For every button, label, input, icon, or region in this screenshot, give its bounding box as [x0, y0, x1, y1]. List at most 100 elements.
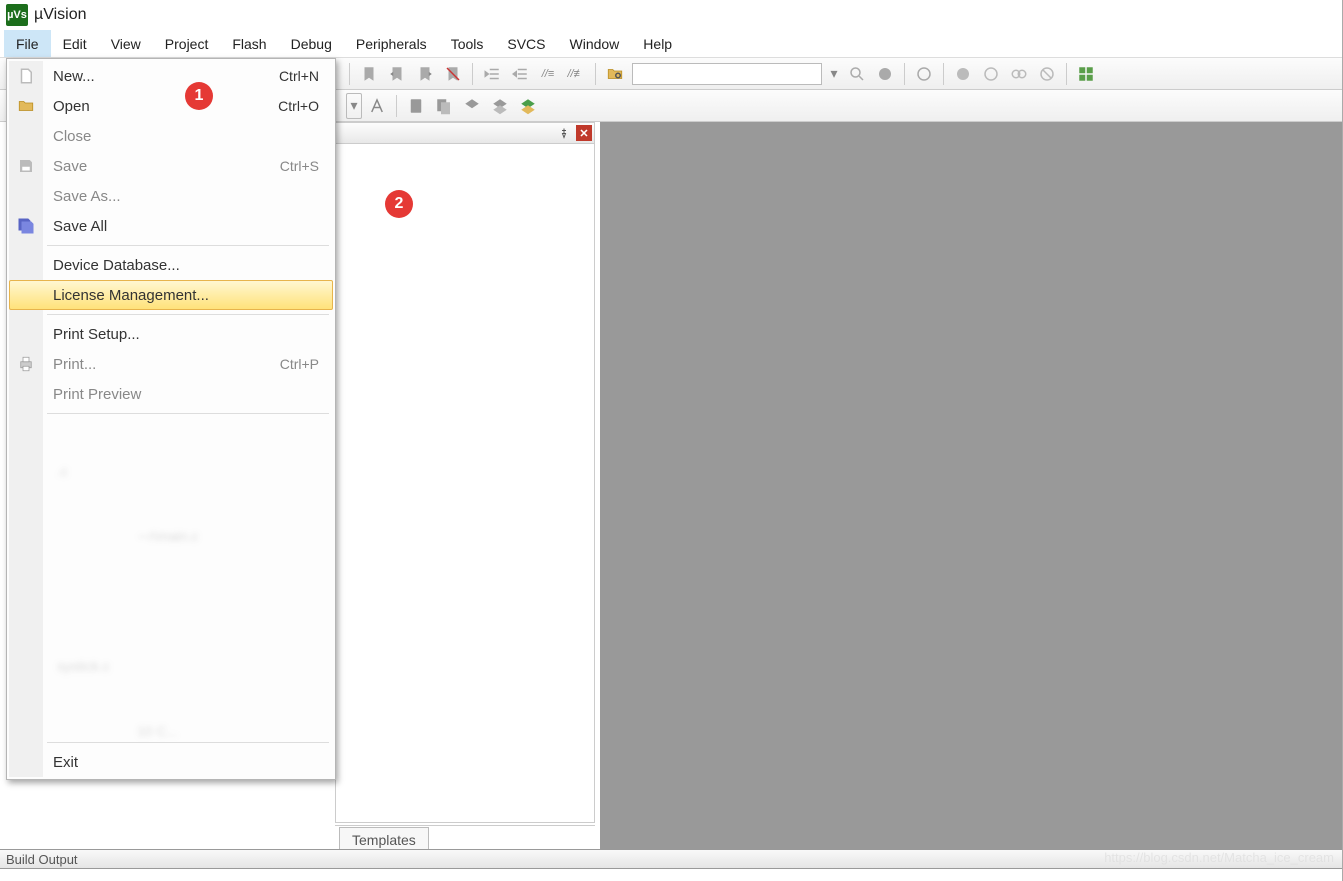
recent-file-fragment: .c — [57, 463, 68, 479]
app-title: µVision — [34, 6, 87, 24]
target-dropdown-icon[interactable]: ▾ — [346, 93, 362, 119]
menu-item-label: Close — [53, 128, 91, 145]
toolbar-separator — [396, 95, 397, 117]
clean-icon[interactable] — [487, 93, 513, 119]
menu-svcs[interactable]: SVCS — [495, 30, 557, 57]
menu-item-label: Device Database... — [53, 257, 180, 274]
manage-runtime-icon[interactable] — [515, 93, 541, 119]
file-menu-open[interactable]: Open Ctrl+O — [9, 91, 333, 121]
menu-flash[interactable]: Flash — [220, 30, 278, 57]
toolbar-separator — [349, 63, 350, 85]
save-all-icon — [15, 215, 37, 237]
find-in-files-icon[interactable] — [602, 61, 628, 87]
menu-peripherals[interactable]: Peripherals — [344, 30, 439, 57]
menu-separator — [47, 314, 329, 315]
breakpoint-kill-icon[interactable] — [1034, 61, 1060, 87]
bookmark-clear-icon[interactable] — [440, 61, 466, 87]
menu-separator — [47, 245, 329, 246]
menu-separator — [47, 413, 329, 414]
bookmark-next-icon[interactable] — [412, 61, 438, 87]
breakpoint-disable-icon[interactable] — [1006, 61, 1032, 87]
bottom-strip — [0, 869, 1342, 881]
menu-file[interactable]: File — [4, 30, 51, 57]
breakpoint-insert-icon[interactable] — [950, 61, 976, 87]
menu-item-shortcut: Ctrl+S — [280, 158, 319, 174]
new-file-icon — [15, 65, 37, 87]
toolbar-separator — [1066, 63, 1067, 85]
incremental-find-icon[interactable] — [844, 61, 870, 87]
find-dropdown-icon[interactable]: ▾ — [826, 61, 842, 87]
mdi-area — [600, 122, 1342, 851]
toolbar-separator — [943, 63, 944, 85]
menu-separator — [47, 742, 329, 743]
uncomment-icon[interactable]: //≢ — [563, 61, 589, 87]
menu-item-label: Save All — [53, 218, 107, 235]
menu-item-label: License Management... — [53, 287, 209, 304]
file-menu-new[interactable]: New... Ctrl+N — [9, 61, 333, 91]
app-icon: µVs — [6, 4, 28, 26]
find-combo[interactable] — [632, 63, 822, 85]
menu-help[interactable]: Help — [631, 30, 684, 57]
menu-item-shortcut: Ctrl+O — [278, 98, 319, 114]
menu-item-label: Exit — [53, 754, 78, 771]
menu-item-label: Open — [53, 98, 90, 115]
comment-icon[interactable]: //≡ — [535, 61, 561, 87]
menu-item-label: New... — [53, 68, 95, 85]
file-menu-saveall[interactable]: Save All — [9, 211, 333, 241]
bookmark-prev-icon[interactable] — [384, 61, 410, 87]
file-menu-print[interactable]: Print...Ctrl+P — [9, 349, 333, 379]
debug-icon[interactable] — [872, 61, 898, 87]
pane-body — [335, 144, 595, 823]
file-menu-dropdown: New... Ctrl+N Open Ctrl+O Close SaveCtrl+S Sav… — [6, 58, 336, 780]
recent-files-area[interactable]: .c ∼r\main.c systick.c 10 C... — [47, 418, 333, 738]
recent-file-fragment: 10 C... — [137, 723, 178, 739]
file-menu-printsetup[interactable]: Print Setup... — [9, 319, 333, 349]
menu-debug[interactable]: Debug — [279, 30, 344, 57]
toolbar-separator — [904, 63, 905, 85]
app-window: µVs µVision FileEditViewProjectFlashDebu… — [0, 0, 1343, 881]
print-icon — [15, 353, 37, 375]
breakpoint-icon[interactable] — [911, 61, 937, 87]
file-menu-license[interactable]: License Management... — [9, 280, 333, 310]
window-tile-icon[interactable] — [1073, 61, 1099, 87]
menu-bar: FileEditViewProjectFlashDebugPeripherals… — [0, 30, 1342, 58]
pane-tabs: Templates — [335, 825, 595, 851]
indent-icon[interactable] — [479, 61, 505, 87]
file-menu-printprev[interactable]: Print Preview — [9, 379, 333, 409]
menu-item-label: Save As... — [53, 188, 121, 205]
menu-edit[interactable]: Edit — [51, 30, 99, 57]
save-icon — [15, 155, 37, 177]
title-bar: µVs µVision — [0, 0, 1342, 30]
close-icon[interactable]: ✕ — [576, 125, 592, 141]
recent-file-fragment: ∼r\main.c — [137, 528, 199, 545]
file-menu-exit[interactable]: Exit — [9, 747, 333, 777]
file-menu-save[interactable]: SaveCtrl+S — [9, 151, 333, 181]
menu-project[interactable]: Project — [153, 30, 221, 57]
watermark-text: https://blog.csdn.net/Matcha_ice_cream — [1104, 850, 1334, 865]
options-icon[interactable] — [364, 93, 390, 119]
menu-item-shortcut: Ctrl+P — [280, 356, 319, 372]
file-menu-close[interactable]: Close — [9, 121, 333, 151]
outdent-icon[interactable] — [507, 61, 533, 87]
menu-tools[interactable]: Tools — [439, 30, 496, 57]
rebuild-icon[interactable] — [431, 93, 457, 119]
toolbar-separator — [472, 63, 473, 85]
menu-window[interactable]: Window — [558, 30, 632, 57]
menu-item-label: Print Preview — [53, 386, 141, 403]
batch-build-icon[interactable] — [459, 93, 485, 119]
pane-titlebar: ✕ — [335, 122, 595, 144]
file-menu-devdb[interactable]: Device Database... — [9, 250, 333, 280]
pin-icon[interactable] — [556, 125, 572, 141]
open-folder-icon — [15, 95, 37, 117]
breakpoint-enable-icon[interactable] — [978, 61, 1004, 87]
annotation-badge-1: 1 — [185, 82, 213, 110]
templates-tab[interactable]: Templates — [339, 827, 429, 851]
menu-view[interactable]: View — [99, 30, 153, 57]
menu-item-shortcut: Ctrl+N — [279, 68, 319, 84]
recent-file-fragment: systick.c — [57, 658, 110, 674]
toolbar-separator — [595, 63, 596, 85]
build-icon[interactable] — [403, 93, 429, 119]
bookmark-icon[interactable] — [356, 61, 382, 87]
file-menu-saveas[interactable]: Save As... — [9, 181, 333, 211]
annotation-badge-2: 2 — [385, 190, 413, 218]
